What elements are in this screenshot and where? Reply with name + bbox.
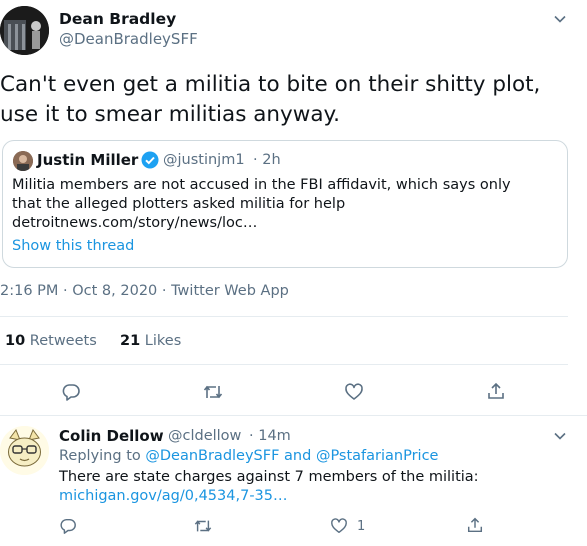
tweet-timestamp[interactable]: 2:16 PM · Oct 8, 2020 · Twitter Web App	[0, 283, 289, 299]
reply-icon[interactable]	[59, 517, 77, 535]
reply-time[interactable]: · 14m	[249, 428, 291, 444]
reply-author-handle[interactable]: @cldellow	[168, 428, 241, 444]
quoted-tweet[interactable]: Justin Miller @justinjm1 · 2h Militia me…	[2, 140, 568, 268]
reply-icon[interactable]	[61, 382, 81, 402]
share-icon[interactable]	[466, 516, 484, 534]
likes-label: Likes	[144, 333, 182, 349]
likes-count: 21	[120, 333, 141, 349]
quoted-time: · 2h	[253, 152, 281, 168]
chevron-down-icon[interactable]	[552, 428, 568, 444]
divider	[0, 415, 587, 416]
reply-author-name[interactable]: Colin Dellow	[59, 427, 164, 445]
quoted-author-name: Justin Miller	[37, 151, 139, 169]
retweet-icon[interactable]	[193, 517, 213, 535]
like-icon[interactable]	[330, 517, 348, 535]
chevron-down-icon[interactable]	[552, 11, 568, 27]
verified-badge-icon	[141, 151, 159, 173]
quoted-text-line1: Militia members are not accused in the F…	[12, 177, 511, 193]
author-avatar[interactable]	[0, 6, 49, 55]
divider	[0, 364, 568, 365]
likes-stat[interactable]: 21 Likes	[120, 333, 181, 349]
reply-author-avatar[interactable]	[0, 426, 49, 475]
divider	[0, 316, 568, 317]
show-thread-link[interactable]: Show this thread	[12, 238, 134, 254]
replying-and: and	[284, 448, 312, 464]
replying-user-link[interactable]: @DeanBradleySFF	[145, 448, 279, 464]
quoted-author-handle: @justinjm1	[163, 152, 245, 168]
retweet-icon[interactable]	[202, 382, 224, 402]
author-handle[interactable]: @DeanBradleySFF	[59, 30, 198, 48]
share-icon[interactable]	[486, 381, 506, 401]
replying-prefix: Replying to	[59, 448, 141, 464]
retweets-label: Retweets	[29, 333, 97, 349]
author-name[interactable]: Dean Bradley	[59, 10, 176, 28]
replying-user-link[interactable]: @PstafarianPrice	[316, 448, 439, 464]
retweets-count: 10	[5, 333, 26, 349]
quoted-text-line3: detroitnews.com/story/news/loc…	[12, 215, 258, 231]
quoted-text-line2: that the alleged plotters asked militia …	[12, 196, 346, 212]
like-icon[interactable]	[344, 382, 364, 402]
reply-link[interactable]: michigan.gov/ag/0,4534,7-35…	[59, 488, 288, 504]
retweets-stat[interactable]: 10 Retweets	[5, 333, 97, 349]
reply-like-count: 1	[357, 519, 366, 534]
replying-to: Replying to @DeanBradleySFF and @Pstafar…	[59, 448, 438, 464]
tweet-text: Can't even get a militia to bite on thei…	[0, 72, 541, 127]
quoted-author-avatar	[13, 151, 33, 171]
reply-text: There are state charges against 7 member…	[59, 469, 479, 485]
